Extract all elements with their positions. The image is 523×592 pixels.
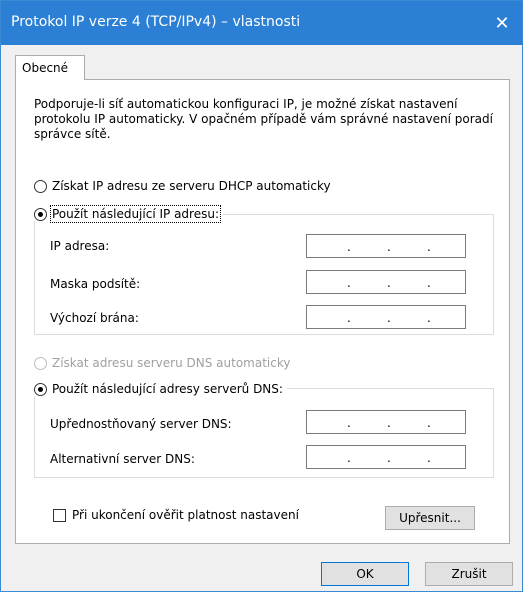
description-text: Podporuje-li síť automatickou konfigurac…: [34, 97, 493, 141]
validate-on-exit-label: Při ukončení ověřit platnost nastavení: [72, 508, 299, 522]
dns-auto-radio[interactable]: [34, 356, 47, 370]
advanced-button[interactable]: Upřesnit...: [385, 506, 475, 530]
general-panel: Podporuje-li síť automatickou konfigurac…: [15, 79, 510, 544]
dns-manual-label: Použít následující adresy serverů DNS:: [52, 382, 283, 396]
dns-manual-option[interactable]: Použít následující adresy serverů DNS:: [34, 382, 287, 396]
ip-manual-option[interactable]: Použít následující IP adresu:: [34, 205, 223, 223]
title-bar[interactable]: Protokol IP verze 4 (TCP/IPv4) – vlastno…: [1, 1, 522, 45]
default-gateway-label: Výchozí brána:: [50, 311, 139, 325]
validate-on-exit-option[interactable]: Při ukončení ověřit platnost nastavení: [53, 508, 299, 522]
subnet-mask-label: Maska podsítě:: [50, 277, 141, 291]
cancel-button[interactable]: Zrušit: [425, 562, 513, 586]
ip-auto-option[interactable]: Získat IP adresu ze serveru DHCP automat…: [34, 179, 335, 193]
preferred-dns-input[interactable]: ...: [306, 410, 466, 434]
dialog-window: Protokol IP verze 4 (TCP/IPv4) – vlastno…: [0, 0, 523, 592]
ip-manual-radio[interactable]: [34, 207, 47, 221]
close-icon[interactable]: ✕: [486, 7, 518, 39]
ip-address-label: IP adresa:: [50, 239, 110, 253]
ip-address-input[interactable]: ...: [306, 234, 466, 258]
alternate-dns-input[interactable]: ...: [306, 445, 466, 469]
ip-manual-label: Použít následující IP adresu:: [50, 205, 221, 223]
tab-general-label: Obecné: [22, 61, 69, 75]
tab-general[interactable]: Obecné: [15, 55, 85, 80]
preferred-dns-label: Upřednostňovaný server DNS:: [50, 417, 232, 431]
ip-auto-label: Získat IP adresu ze serveru DHCP automat…: [52, 179, 331, 193]
alternate-dns-label: Alternativní server DNS:: [50, 452, 195, 466]
window-title: Protokol IP verze 4 (TCP/IPv4) – vlastno…: [11, 14, 301, 30]
default-gateway-input[interactable]: ...: [306, 305, 466, 329]
subnet-mask-input[interactable]: ...: [306, 270, 466, 294]
ok-button[interactable]: OK: [321, 562, 409, 586]
dns-auto-label: Získat adresu serveru DNS automaticky: [52, 356, 291, 370]
ip-auto-radio[interactable]: [34, 179, 47, 193]
dns-manual-radio[interactable]: [34, 382, 47, 396]
validate-on-exit-checkbox[interactable]: [53, 508, 66, 522]
dns-auto-option[interactable]: Získat adresu serveru DNS automaticky: [34, 356, 295, 370]
